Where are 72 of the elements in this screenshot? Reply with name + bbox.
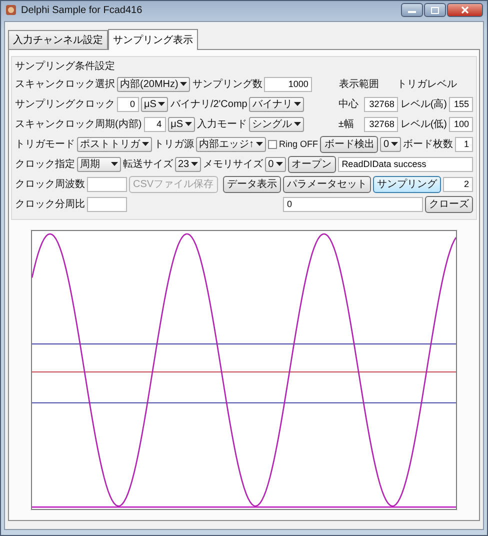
caret-icon [256,142,263,146]
window-title: Delphi Sample for Fcad416 [21,4,142,16]
dropdown[interactable]: 23 [175,156,202,172]
dropdown[interactable]: シングル [249,116,304,132]
dropdown[interactable]: バイナリ [249,96,304,112]
dropdown[interactable]: 周期 [77,156,121,172]
push-button[interactable]: クローズ [425,196,473,212]
maximize-button[interactable] [424,3,446,17]
field-label: スキャンクロック周期(内部) [15,118,142,131]
input-field[interactable]: 155 [449,96,473,112]
push-button[interactable]: オープン [288,156,336,172]
dropdown[interactable]: μS [168,116,196,132]
input-field[interactable]: 0 [117,96,139,112]
tab[interactable]: 入力チャンネル設定 [8,30,108,49]
tab[interactable]: サンプリング表示 [108,29,198,50]
field-label: スキャンクロック選択 [15,78,115,91]
caret-icon [294,122,302,126]
dropdown[interactable]: 内部エッジ↑ [196,136,266,152]
field-label: クロック分周比 [15,198,85,211]
input-field[interactable]: 1 [455,136,473,152]
minimize-button[interactable] [401,3,423,17]
push-button[interactable]: サンプリング [373,176,441,192]
caret-icon [391,142,398,146]
group-title: サンプリング条件設定 [15,60,115,73]
input-field[interactable] [87,176,127,192]
field-label: 転送サイズ [123,158,173,171]
caret-icon [191,162,198,166]
field-label: レベル(高) [400,98,447,111]
input-field[interactable]: 100 [449,116,473,132]
caret-icon [111,162,118,166]
caret-icon [142,142,149,146]
field-label: クロック指定 [15,158,75,171]
status-field[interactable]: ReadDIData success [338,156,473,172]
dropdown[interactable]: 内部(20MHz) [117,76,190,92]
input-field[interactable]: 4 [144,116,166,132]
field-label: 入力モード [197,118,248,131]
field-label: トリガ源 [154,138,194,151]
input-field[interactable]: 1000 [264,76,312,92]
caret-icon [180,82,188,86]
field-label: クロック周波数 [15,178,85,191]
field-label: ±幅 [338,118,355,131]
field-label: 中心 [338,98,360,111]
field-label: トリガモード [15,138,75,151]
push-button[interactable]: データ表示 [223,176,281,192]
field-label: レベル(低) [400,118,447,131]
checkbox[interactable]: Ring OFF [268,139,318,149]
input-field[interactable] [87,196,127,212]
dropdown[interactable]: ポストトリガ [77,136,152,152]
caret-icon [158,102,166,106]
column-header: 表示範囲 [339,78,379,91]
field-label: バイナリ/2'Comp [170,98,248,111]
field-label: メモリサイズ [203,158,264,171]
close-icon [461,6,469,14]
push-button[interactable]: パラメータセット [283,176,371,192]
caret-icon [294,102,302,106]
field-label: ボード枚数 [403,138,453,151]
input-field[interactable]: 32768 [364,96,398,112]
dropdown[interactable]: μS [141,96,168,112]
dropdown[interactable]: 0 [265,156,286,172]
column-header: トリガレベル [397,78,457,91]
input-field[interactable]: 32768 [364,116,398,132]
field-label: サンプリングクロック [15,98,115,111]
field-label: サンプリング数 [192,78,262,91]
caret-icon [185,122,192,126]
app-icon [5,4,17,16]
close-button[interactable] [447,3,483,17]
caret-icon [276,162,283,166]
dropdown[interactable]: 0 [380,136,401,152]
push-button[interactable]: ボード検出 [320,136,378,152]
maximize-icon [431,6,439,14]
input-field[interactable]: 2 [443,176,473,192]
status-field[interactable]: 0 [283,196,423,212]
